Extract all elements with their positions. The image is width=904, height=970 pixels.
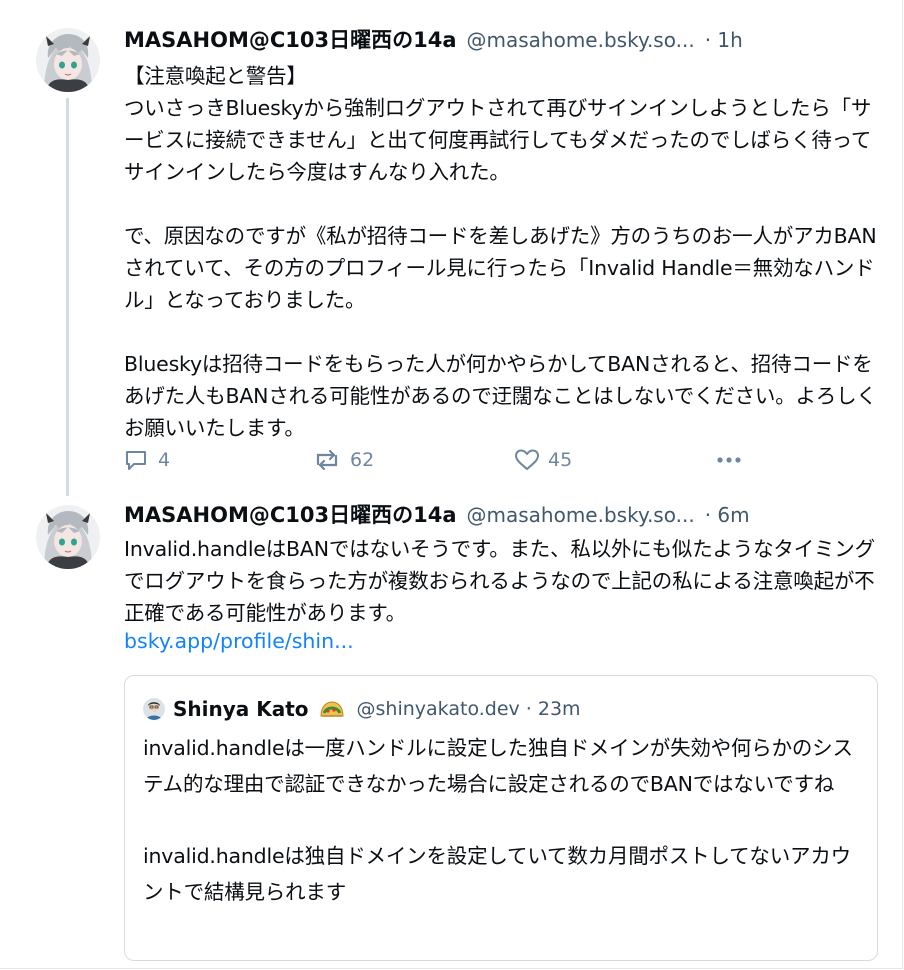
quoted-author-display-name[interactable]: Shinya Kato — [173, 697, 309, 721]
heart-icon — [515, 449, 539, 470]
quoted-post-text: invalid.handleは一度ハンドルに設定した独自ドメインが失効や何らかの… — [143, 736, 853, 904]
quoted-post[interactable]: Shinya Kato @shinyakato.dev · 23m invali… — [124, 675, 878, 961]
more-options-button[interactable] — [714, 443, 752, 477]
post[interactable]: MASAHOM@C103日曜西の14a @masahome.bsky.so...… — [0, 0, 904, 497]
anime-avatar-icon[interactable] — [36, 505, 100, 569]
repost-icon — [316, 449, 338, 471]
quoted-post-header: Shinya Kato @shinyakato.dev · 23m — [143, 694, 581, 724]
author-handle[interactable]: @masahome.bsky.so... — [467, 503, 695, 527]
post-timestamp[interactable]: · 1h — [705, 28, 743, 52]
post-header: MASAHOM@C103日曜西の14a @masahome.bsky.so...… — [124, 24, 884, 54]
post-timestamp[interactable]: · 6m — [705, 503, 750, 527]
repost-count: 62 — [350, 449, 375, 471]
post-text: Invalid.handleはBANではないそうです。また、私以外にも似たような… — [124, 537, 875, 625]
like-count: 45 — [548, 449, 573, 471]
ellipsis-icon — [717, 457, 741, 463]
like-button[interactable]: 45 — [514, 443, 572, 477]
reply-icon — [126, 451, 146, 470]
profile-link[interactable]: bsky.app/profile/shin... — [124, 625, 354, 657]
post-text: 【注意喚起と警告】 ついさっきBlueskyから強制ログアウトされて再びサインイ… — [124, 64, 877, 440]
reply-count: 4 — [158, 449, 171, 471]
reply-button[interactable]: 4 — [124, 443, 170, 477]
repost-button[interactable]: 62 — [312, 443, 374, 477]
quoted-author-avatar[interactable] — [143, 698, 165, 720]
author-display-name[interactable]: MASAHOM@C103日曜西の14a — [124, 24, 457, 54]
taco-emoji-icon — [320, 701, 344, 717]
thread-line — [66, 98, 69, 496]
author-display-name[interactable]: MASAHOM@C103日曜西の14a — [124, 499, 457, 529]
post[interactable]: MASAHOM@C103日曜西の14a @masahome.bsky.so...… — [0, 497, 904, 970]
post-header: MASAHOM@C103日曜西の14a @masahome.bsky.so...… — [124, 499, 884, 529]
post-actions: 4 62 45 — [124, 443, 764, 477]
author-handle[interactable]: @masahome.bsky.so... — [467, 28, 695, 52]
anime-avatar-icon[interactable] — [36, 28, 100, 92]
quoted-post-timestamp[interactable]: · 23m — [526, 698, 581, 720]
quoted-author-handle[interactable]: @shinyakato.dev — [357, 698, 520, 720]
